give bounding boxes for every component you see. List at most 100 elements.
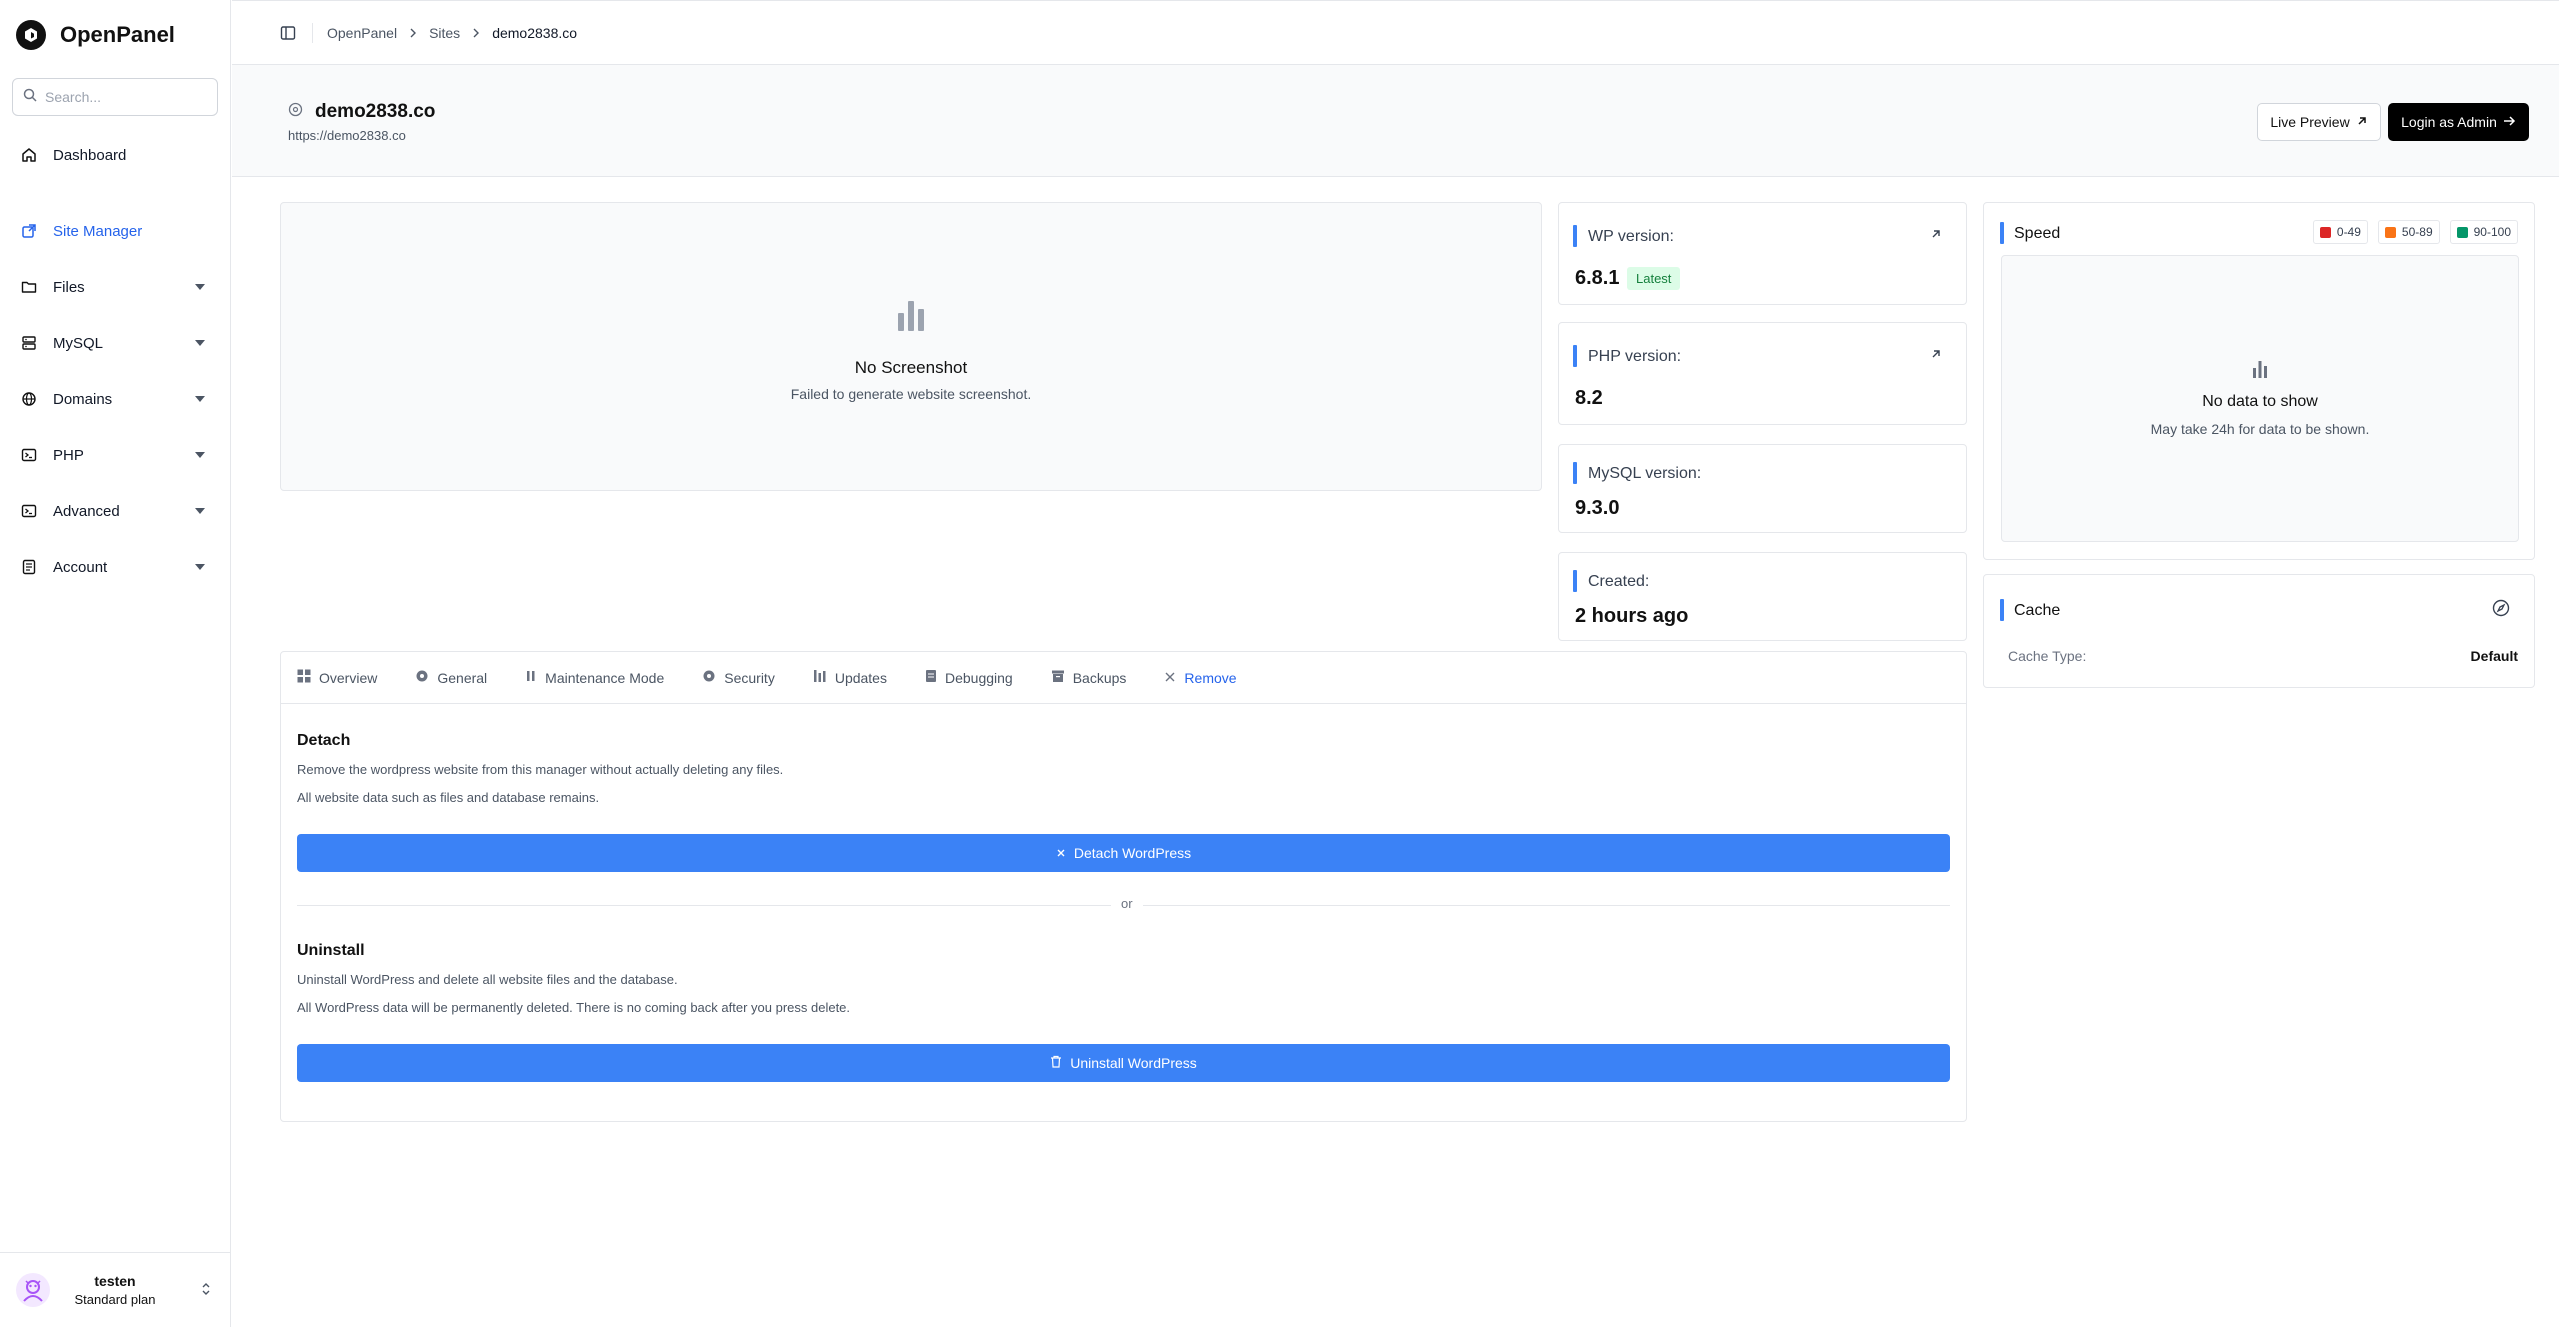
terminal-icon [20, 446, 38, 464]
tab-label: Overview [319, 669, 378, 686]
tab-label: Maintenance Mode [545, 669, 665, 686]
tab-general[interactable]: General [415, 669, 487, 686]
arrow-right-icon [2503, 114, 2516, 130]
mysql-version-card: MySQL version: 9.3.0 [1558, 444, 1967, 533]
chevron-down-icon [195, 564, 205, 570]
screenshot-empty-subtitle: Failed to generate website screenshot. [790, 386, 1032, 402]
created-value: 2 hours ago [1575, 605, 1689, 627]
arrow-up-right-icon[interactable] [1930, 227, 1942, 245]
user-plan: Standard plan [74, 1292, 156, 1307]
detach-description: Remove the wordpress website from this m… [297, 762, 784, 777]
tab-updates[interactable]: Updates [813, 669, 887, 686]
tab-bar: Overview General Maintenance Mode Securi… [281, 652, 1966, 704]
mysql-version-label: MySQL version: [1573, 462, 1701, 484]
tab-overview[interactable]: Overview [297, 669, 377, 686]
screenshot-empty-title: No Screenshot [854, 358, 968, 377]
chevron-up-down-icon[interactable] [201, 1281, 211, 1302]
sidebar-item-label: PHP [53, 446, 84, 464]
sidebar: OpenPanel Dashboard Site Manager Files M… [0, 0, 231, 1327]
wp-version-label: WP version: [1573, 225, 1674, 247]
tab-security[interactable]: Security [702, 669, 775, 686]
cache-title: Cache [2000, 599, 2060, 621]
arrow-up-right-icon[interactable] [1930, 347, 1942, 365]
php-version-card: PHP version: 8.2 [1558, 322, 1967, 425]
topbar: OpenPanel Sites demo2838.co [232, 0, 2559, 65]
uninstall-title: Uninstall [297, 942, 365, 959]
sidebar-toggle-icon[interactable] [278, 23, 298, 43]
login-as-admin-button[interactable]: Login as Admin [2388, 103, 2529, 141]
uninstall-description: Uninstall WordPress and delete all websi… [297, 972, 678, 987]
site-title: demo2838.co [288, 101, 435, 123]
sidebar-item-advanced[interactable]: Advanced [0, 491, 231, 531]
sidebar-item-account[interactable]: Account [0, 547, 231, 587]
uninstall-wordpress-button[interactable]: Uninstall WordPress [297, 1044, 1950, 1082]
search-input[interactable] [45, 89, 205, 105]
sidebar-item-label: Dashboard [53, 146, 127, 164]
compass-icon[interactable] [2492, 599, 2510, 622]
screenshot-card: No Screenshot Failed to generate website… [280, 202, 1542, 491]
pause-icon [525, 669, 537, 686]
tab-label: Debugging [944, 669, 1013, 686]
sidebar-item-files[interactable]: Files [0, 267, 231, 307]
legend-item: 0-49 [2312, 220, 2368, 244]
legend-item: 90-100 [2449, 220, 2518, 244]
sidebar-item-dashboard[interactable]: Dashboard [0, 135, 231, 175]
sidebar-item-label: Account [53, 558, 108, 576]
legend-item: 50-89 [2377, 220, 2440, 244]
uninstall-warning: All WordPress data will be permanently d… [297, 1000, 851, 1015]
user-name: testen [94, 1273, 136, 1289]
openpanel-logo-icon [16, 20, 46, 50]
trash-icon [1050, 1055, 1062, 1071]
database-icon [20, 334, 38, 352]
chevron-right-icon [409, 27, 417, 39]
bar-chart-icon [2002, 358, 2518, 385]
chevron-down-icon [195, 340, 205, 346]
tab-maintenance-mode[interactable]: Maintenance Mode [525, 669, 664, 686]
tab-remove[interactable]: Remove [1164, 670, 1237, 686]
sidebar-item-php[interactable]: PHP [0, 435, 231, 475]
sliders-icon [813, 669, 827, 686]
chevron-down-icon [195, 396, 205, 402]
wp-version-value: 6.8.1 [1575, 267, 1620, 289]
created-label: Created: [1573, 570, 1649, 592]
site-tabs-panel: Overview General Maintenance Mode Securi… [280, 651, 1967, 1122]
chevron-down-icon [195, 452, 205, 458]
document-icon [925, 669, 937, 686]
account-icon [20, 558, 38, 576]
sidebar-item-mysql[interactable]: MySQL [0, 323, 231, 363]
sidebar-item-label: Advanced [53, 502, 120, 520]
close-icon [1056, 845, 1066, 861]
uninstall-wordpress-label: Uninstall WordPress [1070, 1055, 1197, 1071]
cache-type-row: Cache Type: Default [2008, 648, 2518, 664]
divider [312, 22, 313, 43]
search-box[interactable] [12, 78, 218, 116]
site-url[interactable]: https://demo2838.co [288, 128, 406, 143]
detach-title: Detach [297, 732, 351, 749]
gear-icon [415, 669, 429, 686]
sidebar-item-site-manager[interactable]: Site Manager [0, 211, 231, 251]
folder-icon [20, 278, 38, 296]
favicon-icon [288, 102, 303, 122]
detach-note: All website data such as files and datab… [297, 790, 600, 805]
sidebar-item-label: Files [53, 278, 85, 296]
brand[interactable]: OpenPanel [0, 0, 230, 70]
detach-wordpress-button[interactable]: Detach WordPress [297, 834, 1950, 872]
site-header: demo2838.co https://demo2838.co Live Pre… [232, 65, 2559, 177]
sidebar-item-domains[interactable]: Domains [0, 379, 231, 419]
tab-label: Updates [834, 669, 887, 686]
site-domain: demo2838.co [315, 101, 436, 122]
breadcrumb-sites[interactable]: Sites [429, 25, 460, 41]
breadcrumb-openpanel[interactable]: OpenPanel [327, 25, 397, 41]
cache-type-value: Default [2470, 648, 2518, 664]
login-as-admin-label: Login as Admin [2401, 114, 2497, 130]
live-preview-button[interactable]: Live Preview [2257, 103, 2381, 141]
grid-icon [297, 669, 311, 686]
status-badge: Latest [1627, 267, 1681, 290]
sidebar-item-label: Domains [53, 390, 113, 408]
user-menu[interactable]: testen Standard plan [0, 1252, 231, 1327]
tab-debugging[interactable]: Debugging [925, 669, 1013, 686]
avatar [16, 1273, 50, 1307]
tab-backups[interactable]: Backups [1051, 669, 1126, 686]
or-separator: or [1111, 896, 1143, 911]
tab-label: Security [724, 669, 775, 686]
